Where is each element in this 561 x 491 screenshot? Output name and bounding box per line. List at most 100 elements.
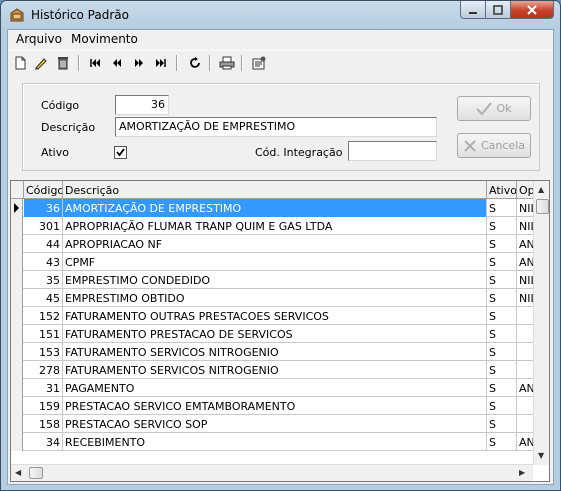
table-row[interactable]: 158 PRESTACAO SERVICO SOP S — [11, 415, 535, 433]
cell-codigo[interactable]: 153 — [24, 343, 63, 361]
cell-descricao[interactable]: PRESTACAO SERVICO EMTAMBORAMENTO — [63, 397, 487, 415]
properties-icon[interactable] — [250, 54, 268, 72]
cell-ativo[interactable]: S — [487, 433, 517, 451]
last-record-icon[interactable] — [152, 54, 170, 72]
cell-descricao[interactable]: FATURAMENTO SERVICOS NITROGENIO — [63, 343, 487, 361]
previous-record-icon[interactable] — [108, 54, 126, 72]
scroll-left-icon[interactable]: ◀ — [15, 468, 21, 477]
cell-ativo[interactable]: S — [487, 307, 517, 325]
cell-ativo[interactable]: S — [487, 343, 517, 361]
close-button[interactable] — [511, 1, 554, 19]
cell-codigo[interactable]: 159 — [24, 397, 63, 415]
table-row[interactable]: 153 FATURAMENTO SERVICOS NITROGENIO S — [11, 343, 535, 361]
cell-ativo[interactable]: S — [487, 361, 517, 379]
cell-codigo[interactable]: 301 — [24, 217, 63, 235]
scroll-up-icon[interactable]: ▲ — [538, 185, 544, 194]
cell-ativo[interactable]: S — [487, 415, 517, 433]
scroll-right-icon[interactable]: ▶ — [519, 468, 525, 477]
row-indicator — [11, 271, 23, 289]
row-indicator — [11, 307, 23, 325]
menu-arquivo[interactable]: Arquivo — [16, 32, 62, 46]
cell-descricao[interactable]: EMPRESTIMO OBTIDO — [63, 289, 487, 307]
cell-codigo[interactable]: 45 — [24, 289, 63, 307]
new-icon[interactable] — [11, 54, 29, 72]
row-indicator — [11, 199, 23, 217]
integracao-field[interactable] — [348, 141, 437, 161]
cell-codigo[interactable]: 31 — [24, 379, 63, 397]
table-row[interactable]: 301 APROPRIAÇÃO FLUMAR TRANP QUIM E GAS L… — [11, 217, 535, 235]
horizontal-scrollbar[interactable]: ◀ ▶ — [11, 464, 533, 481]
vertical-scrollbar[interactable]: ▲ ▼ — [533, 181, 549, 465]
main-window: Histórico Padrão Arquivo Movimento Códig… — [0, 0, 561, 491]
cell-descricao[interactable]: RECEBIMENTO — [63, 433, 487, 451]
table-row[interactable]: 35 EMPRESTIMO CONDEDIDO S NIL — [11, 271, 535, 289]
cell-ativo[interactable]: S — [487, 325, 517, 343]
cell-codigo[interactable]: 151 — [24, 325, 63, 343]
table-row[interactable]: 151 FATURAMENTO PRESTACAO DE SERVICOS S — [11, 325, 535, 343]
table-row[interactable]: 31 PAGAMENTO S AN — [11, 379, 535, 397]
cell-descricao[interactable]: FATURAMENTO PRESTACAO DE SERVICOS — [63, 325, 487, 343]
cell-descricao[interactable]: CPMF — [63, 253, 487, 271]
cell-codigo[interactable]: 278 — [24, 361, 63, 379]
ok-button-label: Ok — [496, 102, 512, 115]
cell-descricao[interactable]: EMPRESTIMO CONDEDIDO — [63, 271, 487, 289]
maximize-button[interactable] — [486, 1, 511, 19]
column-header-codigo[interactable]: Código — [24, 181, 63, 199]
cell-ativo[interactable]: S — [487, 217, 517, 235]
print-icon[interactable] — [218, 54, 236, 72]
table-row[interactable]: 34 RECEBIMENTO S AN — [11, 433, 535, 451]
table-row[interactable]: 152 FATURAMENTO OUTRAS PRESTACOES SERVICO… — [11, 307, 535, 325]
cancel-button[interactable]: Cancela — [457, 133, 531, 158]
scroll-down-icon[interactable]: ▼ — [538, 451, 544, 460]
delete-icon[interactable] — [54, 54, 72, 72]
cell-ativo[interactable]: S — [487, 289, 517, 307]
cell-ativo[interactable]: S — [487, 379, 517, 397]
codigo-field[interactable]: 36 — [115, 95, 169, 115]
cell-descricao[interactable]: FATURAMENTO SERVICOS NITROGENIO — [63, 361, 487, 379]
horizontal-scroll-thumb[interactable] — [29, 467, 43, 479]
row-indicator — [11, 433, 23, 451]
minimize-button[interactable] — [460, 1, 486, 19]
cell-codigo[interactable]: 36 — [24, 199, 63, 217]
row-indicator — [11, 289, 23, 307]
cell-codigo[interactable]: 44 — [24, 235, 63, 253]
title-bar[interactable]: Histórico Padrão — [1, 1, 560, 29]
refresh-icon[interactable] — [186, 54, 204, 72]
cell-ativo[interactable]: S — [487, 235, 517, 253]
table-row[interactable]: 36 AMORTIZAÇÃO DE EMPRESTIMO S NIL — [11, 199, 535, 217]
table-row[interactable]: 278 FATURAMENTO SERVICOS NITROGENIO S — [11, 361, 535, 379]
cell-codigo[interactable]: 34 — [24, 433, 63, 451]
table-row[interactable]: 45 EMPRESTIMO OBTIDO S NIL — [11, 289, 535, 307]
vertical-scroll-thumb[interactable] — [536, 199, 549, 214]
cell-codigo[interactable]: 35 — [24, 271, 63, 289]
ok-button[interactable]: Ok — [457, 96, 531, 121]
next-record-icon[interactable] — [130, 54, 148, 72]
table-row[interactable]: 159 PRESTACAO SERVICO EMTAMBORAMENTO S — [11, 397, 535, 415]
app-icon — [9, 7, 25, 23]
cell-ativo[interactable]: S — [487, 199, 517, 217]
cell-ativo[interactable]: S — [487, 271, 517, 289]
descricao-field[interactable]: AMORTIZAÇÃO DE EMPRESTIMO — [115, 117, 437, 137]
menu-movimento[interactable]: Movimento — [71, 32, 138, 46]
cell-descricao[interactable]: PAGAMENTO — [63, 379, 487, 397]
records-grid[interactable]: Código Descrição Ativo Op 36 AMORTIZAÇÃO … — [10, 180, 550, 482]
cell-ativo[interactable]: S — [487, 253, 517, 271]
cell-descricao[interactable]: AMORTIZAÇÃO DE EMPRESTIMO — [63, 199, 487, 217]
edit-icon[interactable] — [32, 54, 50, 72]
column-header-ativo[interactable]: Ativo — [487, 181, 517, 199]
cell-codigo[interactable]: 152 — [24, 307, 63, 325]
column-header-descricao[interactable]: Descrição — [63, 181, 487, 199]
cell-codigo[interactable]: 158 — [24, 415, 63, 433]
cell-descricao[interactable]: PRESTACAO SERVICO SOP — [63, 415, 487, 433]
cell-descricao[interactable]: FATURAMENTO OUTRAS PRESTACOES SERVICOS — [63, 307, 487, 325]
cell-ativo[interactable]: S — [487, 397, 517, 415]
table-row[interactable]: 43 CPMF S AN — [11, 253, 535, 271]
window-title: Histórico Padrão — [31, 8, 129, 22]
cell-descricao[interactable]: APROPRIAÇÃO FLUMAR TRANP QUIM E GAS LTDA — [63, 217, 487, 235]
table-row[interactable]: 44 APROPRIACAO NF S AN — [11, 235, 535, 253]
cell-descricao[interactable]: APROPRIACAO NF — [63, 235, 487, 253]
first-record-icon[interactable] — [86, 54, 104, 72]
cancel-icon — [464, 139, 476, 152]
cell-codigo[interactable]: 43 — [24, 253, 63, 271]
ativo-checkbox[interactable] — [114, 146, 127, 159]
